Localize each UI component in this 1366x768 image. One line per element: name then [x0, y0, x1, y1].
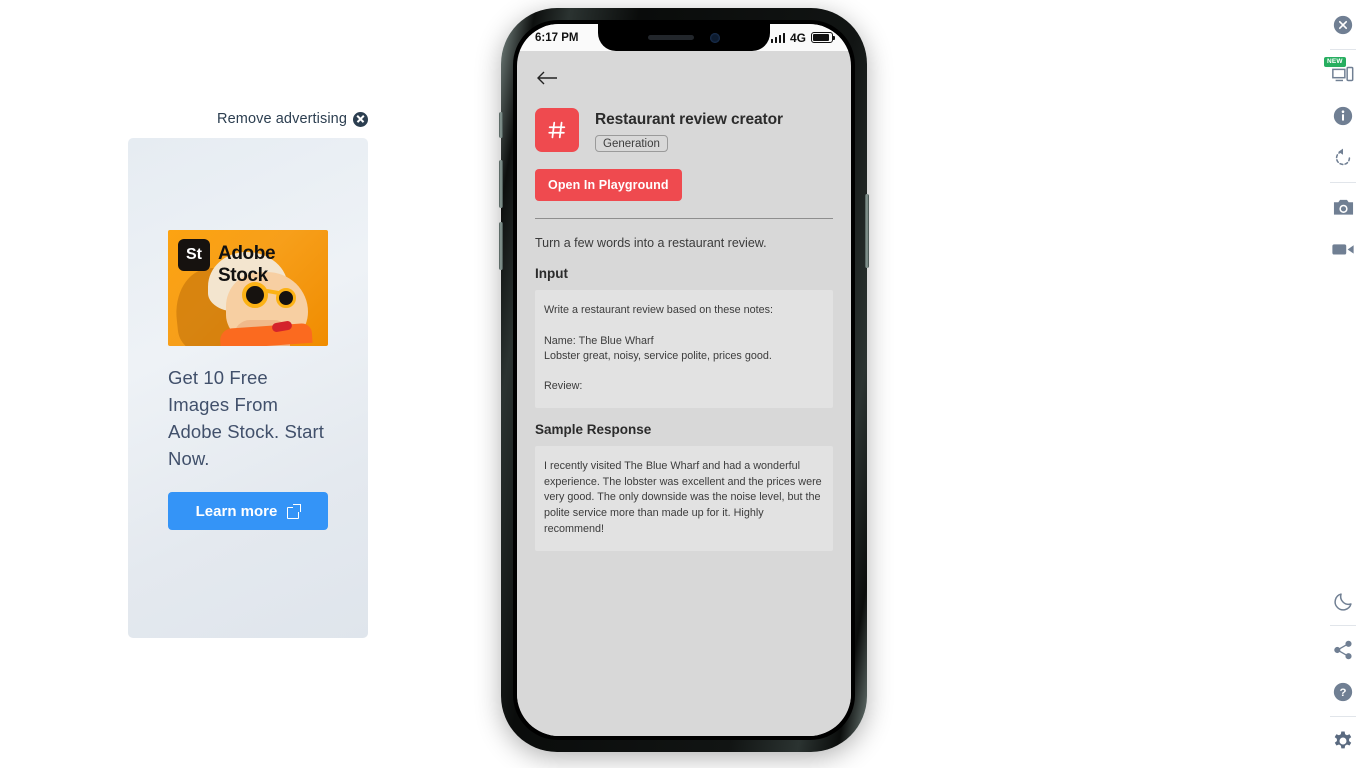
- settings-icon[interactable]: [1320, 720, 1366, 762]
- moon-icon[interactable]: [1320, 580, 1366, 622]
- phone-notch: [598, 24, 770, 51]
- app-content: Restaurant review creator Generation Ope…: [517, 69, 851, 736]
- sunglasses-right-lens: [276, 288, 296, 308]
- svg-text:?: ?: [1340, 687, 1347, 699]
- header-divider: [535, 218, 833, 219]
- info-icon[interactable]: [1320, 95, 1366, 137]
- remove-advertising-label: Remove advertising: [217, 111, 347, 127]
- external-link-icon: [287, 503, 302, 519]
- front-camera-icon: [710, 32, 720, 43]
- share-icon[interactable]: [1320, 629, 1366, 671]
- toolbar-divider: [1330, 625, 1356, 626]
- silence-switch[interactable]: [499, 112, 503, 138]
- battery-icon: [811, 32, 836, 43]
- remove-advertising-row[interactable]: Remove advertising: [128, 108, 368, 130]
- open-in-playground-button[interactable]: Open In Playground: [535, 169, 682, 201]
- close-circle-icon[interactable]: [353, 111, 368, 127]
- learn-more-label: Learn more: [195, 502, 278, 520]
- adobe-stock-banner-image: St Adobe Stock: [168, 230, 328, 346]
- right-toolbar: NEW ?: [1320, 0, 1366, 768]
- hash-icon: [535, 108, 579, 152]
- toolbar-divider: [1330, 49, 1356, 50]
- input-prompt-block: Write a restaurant review based on these…: [535, 290, 833, 408]
- phone-device-frame: 6:17 PM 4G Restaurant review creator Gen…: [499, 8, 869, 752]
- advertisement-card[interactable]: St Adobe Stock Get 10 Free Images From A…: [128, 138, 368, 638]
- advertisement-headline: Get 10 Free Images From Adobe Stock. Sta…: [168, 367, 325, 469]
- toolbar-divider: [1330, 182, 1356, 183]
- power-button[interactable]: [865, 194, 869, 268]
- page-title: Restaurant review creator: [595, 111, 783, 128]
- camera-icon[interactable]: [1320, 186, 1366, 228]
- advertisement-region: Remove advertising St Adobe Stock Get 10…: [128, 108, 368, 638]
- network-type-label: 4G: [789, 30, 806, 45]
- sample-response-block: I recently visited The Blue Wharf and ha…: [535, 445, 833, 551]
- adobe-stock-logo-text: Adobe Stock: [218, 243, 276, 286]
- category-badge: Generation: [595, 135, 668, 152]
- status-time: 6:17 PM: [535, 31, 579, 44]
- adobe-stock-logo-mark: St: [178, 239, 210, 271]
- volume-up-button[interactable]: [499, 160, 503, 208]
- app-description: Turn a few words into a restaurant revie…: [535, 236, 767, 250]
- earpiece-speaker: [648, 35, 694, 40]
- close-icon[interactable]: [1320, 4, 1366, 46]
- arrow-left-icon[interactable]: [535, 69, 559, 89]
- input-section-title: Input: [535, 266, 568, 281]
- app-header: Restaurant review creator Generation: [535, 108, 833, 152]
- app-root: Remove advertising St Adobe Stock Get 10…: [0, 0, 1366, 768]
- new-badge: NEW: [1324, 57, 1346, 67]
- video-icon[interactable]: [1320, 228, 1366, 270]
- phone-bezel: 6:17 PM 4G Restaurant review creator Gen…: [513, 20, 855, 740]
- response-section-title: Sample Response: [535, 421, 652, 437]
- rotate-icon[interactable]: [1320, 137, 1366, 179]
- status-indicators: 4G: [770, 30, 836, 45]
- learn-more-button[interactable]: Learn more: [168, 492, 328, 530]
- phone-screen: 6:17 PM 4G Restaurant review creator Gen…: [517, 24, 851, 736]
- volume-down-button[interactable]: [499, 222, 503, 270]
- device-icon[interactable]: NEW: [1320, 53, 1366, 95]
- toolbar-divider: [1330, 716, 1356, 717]
- signal-bars-icon: [770, 32, 785, 43]
- app-title-block: Restaurant review creator Generation: [595, 108, 783, 152]
- help-icon[interactable]: ?: [1320, 671, 1366, 713]
